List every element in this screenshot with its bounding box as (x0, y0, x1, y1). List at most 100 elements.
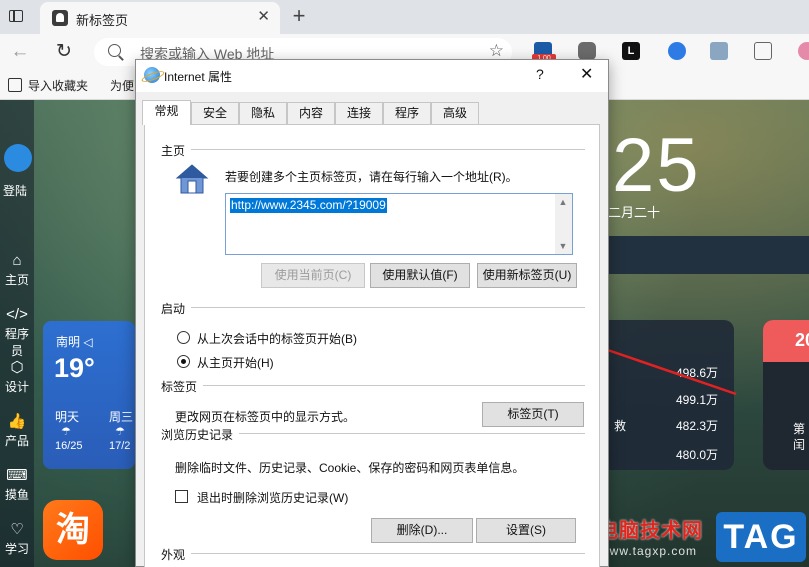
divider (239, 433, 585, 434)
lunar-date: 二月二十 (608, 205, 661, 220)
dialog-titlebar: Internet 属性 ? ✕ (136, 60, 608, 92)
hot-value: 482.3万 (676, 419, 719, 433)
section-tabs: 标签页 (161, 378, 202, 395)
delete-on-exit-checkbox[interactable] (175, 490, 188, 503)
cube-icon: ⬡ (10, 359, 24, 376)
shield-icon[interactable] (668, 42, 686, 60)
sidebar-item-design[interactable]: ⬡ 设计 (0, 358, 34, 395)
startup-home-label[interactable]: 从主页开始(H) (197, 354, 274, 371)
gamepad-icon: ⌨ (6, 467, 28, 484)
use-default-button[interactable]: 使用默认值(F) (370, 263, 470, 288)
delete-on-exit-label[interactable]: 退出时删除浏览历史记录(W) (197, 489, 348, 506)
tab-advanced[interactable]: 高级 (431, 102, 479, 124)
use-new-tab-button[interactable]: 使用新标签页(U) (477, 263, 577, 288)
thumbs-up-icon: 👍 (7, 413, 27, 430)
watermark-url: www.tagxp.com (600, 544, 698, 558)
weather-city: 南明 ◁ (56, 335, 93, 349)
homepage-url-textarea[interactable]: http://www.2345.com/?19009 ▲ ▼ (225, 193, 573, 255)
tab-close-icon[interactable]: ✕ (257, 7, 270, 25)
avatar[interactable] (4, 144, 32, 172)
delete-history-button[interactable]: 删除(D)... (371, 518, 473, 543)
page-search-bar[interactable] (608, 236, 809, 274)
sidebar-item-fun[interactable]: ⌨ 摸鱼 (0, 466, 34, 503)
history-settings-button[interactable]: 设置(S) (476, 518, 576, 543)
section-appearance: 外观 (161, 546, 190, 563)
tab-general[interactable]: 常规 (142, 100, 191, 125)
collections-icon[interactable] (754, 42, 772, 60)
hot-value: 480.0万 (676, 448, 719, 462)
tab-actions-icon[interactable] (6, 6, 28, 28)
homepage-url-text: http://www.2345.com/?19009 (230, 198, 387, 213)
tab-privacy[interactable]: 隐私 (239, 102, 287, 124)
page-sidebar: 登陆 ⌂ 主页 </> 程序员 ⬡ 设计 👍 产品 ⌨ 摸鱼 ♡ 学习 (0, 100, 34, 567)
textarea-scrollbar[interactable]: ▲ ▼ (555, 194, 572, 254)
sidebar-item-home[interactable]: ⌂ 主页 (0, 252, 34, 288)
login-link[interactable]: 登陆 (3, 182, 27, 199)
divider (191, 307, 585, 308)
reload-icon[interactable]: ↻ (52, 40, 76, 64)
scroll-down-icon[interactable]: ▼ (558, 241, 568, 251)
new-tab-button[interactable]: + (288, 3, 310, 29)
sidebar-item-study[interactable]: ♡ 学习 (0, 520, 34, 557)
tab-new-tab[interactable]: 新标签页 ✕ (40, 2, 280, 34)
startup-last-session-label[interactable]: 从上次会话中的标签页开始(B) (197, 330, 357, 347)
forecast-temp: 17/2 (109, 440, 131, 452)
scroll-up-icon[interactable]: ▲ (558, 197, 568, 207)
hot-label: 救 (614, 419, 627, 433)
help-button[interactable]: ? (536, 66, 544, 82)
hot-value: 499.1万 (676, 393, 719, 407)
startup-last-session-radio[interactable] (177, 331, 190, 344)
use-current-button[interactable]: 使用当前页(C) (261, 263, 365, 288)
heart-icon: ♡ (10, 521, 24, 538)
taobao-shortcut-icon[interactable]: 淘 (43, 500, 103, 560)
rain-cloud-icon: ☂ (61, 426, 71, 438)
calendar-card-text: 第 (793, 422, 806, 436)
calendar-card[interactable]: 20 第 闰 (763, 320, 809, 470)
calendar-card-title: 20 (763, 320, 809, 362)
forecast-day: 明天 (55, 410, 80, 424)
bookmark-extension-icon[interactable]: L (622, 42, 640, 60)
weather-card[interactable]: 南明 ◁ 19° 明天 周三 ☂ ☂ 16/25 17/2 (43, 321, 135, 469)
section-startup: 启动 (161, 300, 190, 317)
internet-explorer-icon (144, 67, 160, 83)
forecast-day: 周三 (109, 410, 134, 424)
extension-icon[interactable]: 1.00 (532, 42, 556, 64)
tab-content[interactable]: 内容 (287, 102, 335, 124)
section-homepage: 主页 (161, 142, 190, 159)
weather-temp: 19° (54, 353, 95, 383)
code-icon: </> (6, 306, 28, 323)
profile-icon[interactable] (798, 42, 809, 60)
favorite-star-icon[interactable]: ☆ (489, 41, 504, 61)
rain-cloud-icon: ☂ (115, 426, 125, 438)
tab-strip: 新标签页 ✕ + (0, 0, 809, 34)
search-icon (108, 44, 121, 57)
extension-icon[interactable] (578, 42, 596, 60)
tabs-button[interactable]: 标签页(T) (482, 402, 584, 427)
divider (203, 385, 585, 386)
watermark-tag: TAG (716, 512, 806, 562)
tab-connections[interactable]: 连接 (335, 102, 383, 124)
tab-title: 新标签页 (76, 13, 129, 28)
back-icon[interactable]: ← (8, 40, 32, 64)
sidebar-item-programmer[interactable]: </> 程序员 (0, 306, 34, 359)
import-favorites-link[interactable]: 导入收藏夹 (8, 77, 88, 94)
startup-home-radio[interactable] (177, 355, 190, 368)
general-tab-panel: 主页 若要创建多个主页标签页，请在每行输入一个地址(R)。 http://www… (144, 124, 600, 567)
divider (191, 149, 585, 150)
internet-properties-dialog: Internet 属性 ? ✕ 常规 安全 隐私 内容 连接 程序 高级 主页 … (135, 59, 609, 567)
tab-security[interactable]: 安全 (191, 102, 239, 124)
section-browsing-history: 浏览历史记录 (161, 426, 238, 443)
home-page-icon (175, 164, 209, 194)
image-icon[interactable] (710, 42, 728, 60)
new-tab-favicon-icon (52, 10, 68, 26)
home-icon: ⌂ (12, 252, 22, 269)
sidebar-item-product[interactable]: 👍 产品 (0, 412, 34, 449)
hot-value: 498.6万 (676, 366, 719, 380)
hot-list-card[interactable]: 498.6万 499.1万 救 482.3万 480.0万 (608, 320, 734, 470)
close-button[interactable]: ✕ (580, 64, 593, 84)
watermark-text: 电脑技术网 (598, 520, 703, 542)
tab-programs[interactable]: 程序 (383, 102, 431, 124)
divider (191, 553, 585, 554)
calendar-card-text: 闰 (793, 438, 806, 452)
favorites-item[interactable]: 为便 (110, 77, 134, 94)
